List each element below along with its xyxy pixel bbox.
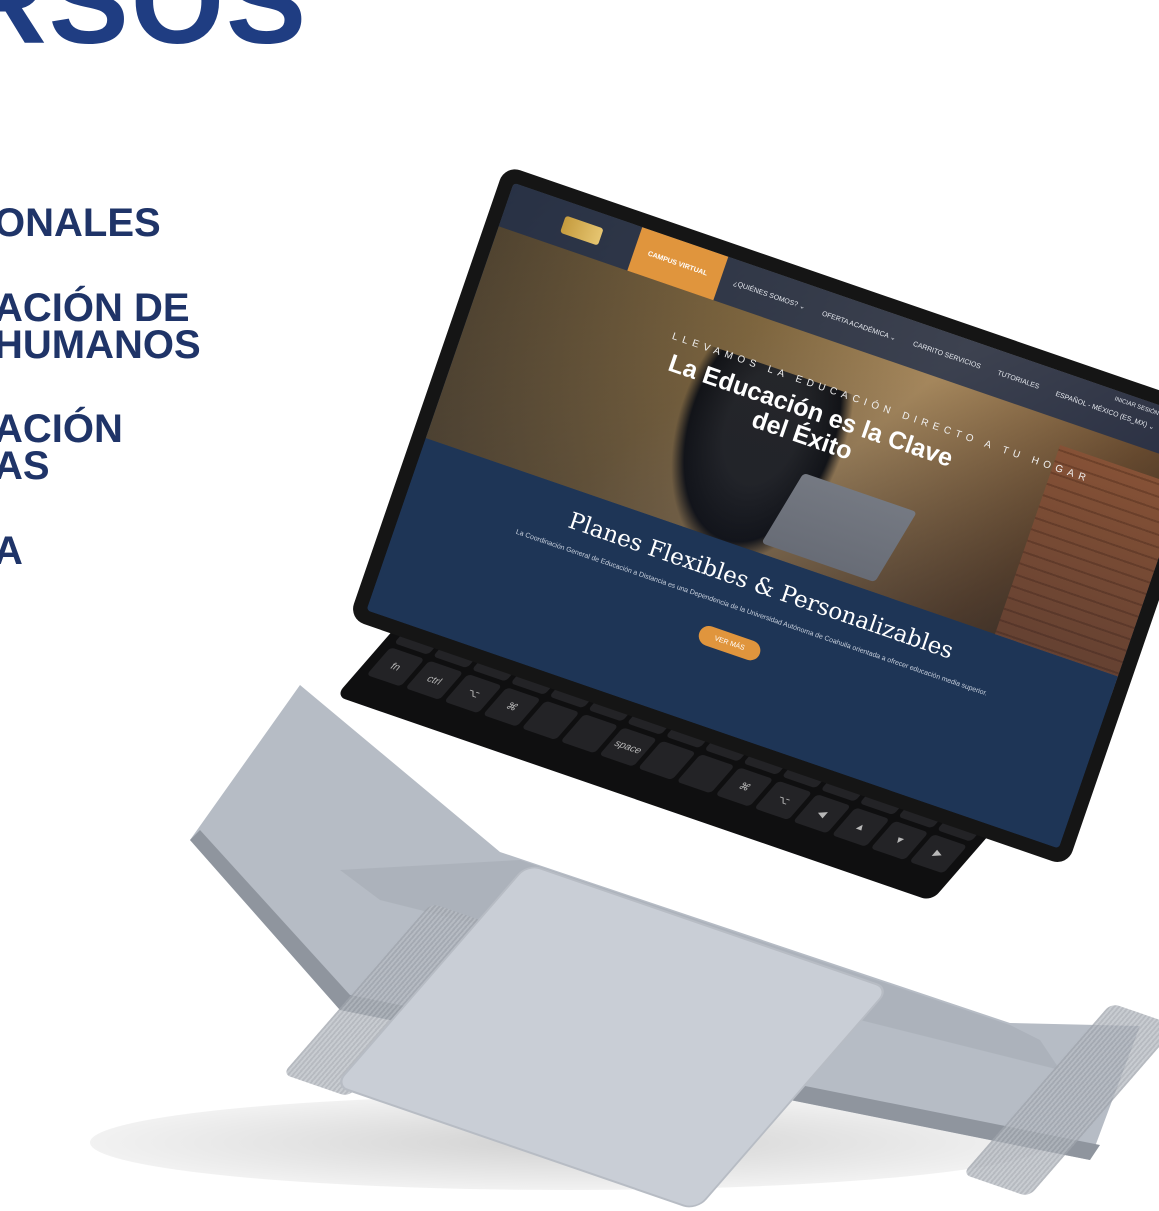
poster-title: RSOS (0, 0, 309, 69)
nav-item-carrito-servicios[interactable]: CARRITO SERVICIOS (912, 341, 982, 372)
nav-item-tutoriales[interactable]: TUTORIALES (996, 370, 1040, 392)
laptop: `1234567890-=⌫⇥QWERTYUIOP[]\⇪ASDFGHJKL;'… (150, 165, 1159, 1211)
site-logo[interactable] (559, 215, 604, 246)
nav-item-quienes-somos[interactable]: ¿QUIÉNES SOMOS? ⌄ (732, 279, 806, 311)
nav-item-oferta-academica[interactable]: OFERTA ACADÉMICA ⌄ (821, 310, 897, 342)
